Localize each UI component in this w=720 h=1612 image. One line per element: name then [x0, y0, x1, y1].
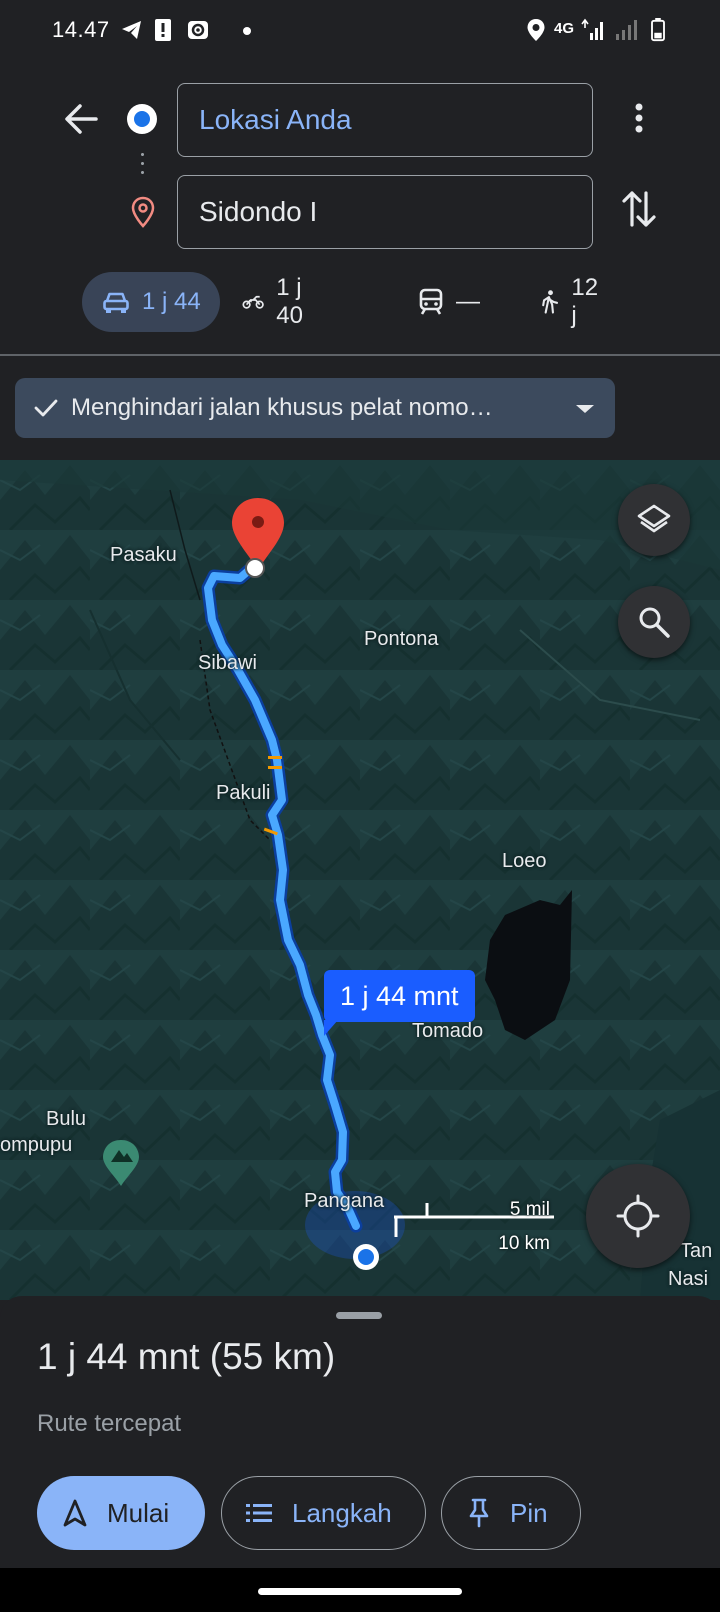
start-button-label: Mulai — [107, 1497, 170, 1528]
place-label: Pakuli — [216, 782, 271, 804]
origin-field[interactable]: Lokasi Anda — [177, 83, 593, 157]
scale-miles: 5 mil — [509, 1199, 550, 1220]
network-type: 4G — [554, 20, 575, 37]
place-label: Pontona — [364, 628, 439, 650]
route-options-row: Menghindari jalan khusus pelat nomo… — [0, 356, 720, 460]
steps-button-label: Langkah — [292, 1497, 392, 1528]
map-scale: 5 mil 10 km — [394, 1199, 554, 1254]
list-icon — [246, 1504, 272, 1522]
origin-dot-icon — [127, 104, 157, 134]
tab-motorcycle[interactable]: 1 j 40 — [242, 272, 315, 332]
navigation-arrow-icon — [63, 1499, 87, 1527]
place-label: Nasi — [668, 1268, 709, 1290]
cast-icon — [188, 21, 208, 39]
swap-icon[interactable] — [620, 187, 658, 231]
place-label: Sibawi — [198, 652, 257, 674]
steps-button[interactable]: Langkah — [221, 1476, 426, 1550]
tab-transit-label: — — [456, 288, 480, 315]
tab-drive[interactable]: 1 j 44 — [82, 272, 220, 332]
route-summary-sheet: 1 j 44 mnt (55 km) Rute tercepat Mulai L… — [0, 1296, 720, 1568]
scale-km: 10 km — [498, 1233, 550, 1254]
route-summary: 1 j 44 mnt (55 km) — [37, 1336, 336, 1377]
transit-icon — [419, 288, 443, 315]
system-nav-bar — [0, 1568, 720, 1612]
layers-button[interactable] — [618, 484, 690, 556]
place-label: Bulu — [46, 1108, 87, 1130]
status-bar: 14.47 4G — [0, 0, 720, 62]
pin-button-label: Pin — [510, 1497, 548, 1528]
my-location-button[interactable] — [586, 1164, 690, 1268]
more-options-icon[interactable] — [624, 98, 654, 138]
place-label: ompupu — [0, 1134, 73, 1156]
tab-drive-label: 1 j 44 — [142, 288, 201, 315]
location-icon — [527, 19, 545, 41]
place-label: Loeo — [502, 850, 547, 872]
search-along-route-button[interactable] — [618, 586, 690, 658]
tab-motorcycle-label: 1 j 40 — [276, 274, 303, 329]
tab-transit[interactable]: — — [418, 272, 480, 332]
telegram-icon — [122, 21, 141, 39]
tab-walk[interactable]: 12 j — [540, 272, 603, 332]
home-gesture-handle[interactable] — [258, 1588, 462, 1595]
route-subtitle: Rute tercepat — [37, 1410, 182, 1437]
destination-field[interactable]: Sidondo I — [177, 175, 593, 249]
notification-dot — [243, 27, 251, 35]
map-view[interactable]: Pasaku Pontona Sibawi Pakuli Loeo Tomado… — [0, 460, 720, 1300]
walk-icon — [542, 290, 559, 314]
place-label: Tan — [680, 1240, 713, 1262]
directions-header: Lokasi Anda Sidondo I 1 j 44 1 j 40 — 12… — [0, 62, 720, 354]
avoid-roads-chip[interactable]: Menghindari jalan khusus pelat nomo… — [15, 378, 615, 438]
pin-button[interactable]: Pin — [441, 1476, 581, 1550]
pin-icon — [469, 1498, 489, 1528]
signal-2-icon — [616, 20, 637, 40]
search-icon — [639, 607, 670, 638]
start-button[interactable]: Mulai — [37, 1476, 205, 1550]
back-arrow-icon[interactable] — [60, 98, 102, 140]
signal-icon — [581, 18, 603, 40]
layers-icon — [637, 504, 671, 533]
crosshair-icon — [616, 1194, 660, 1238]
place-label: Tomado — [412, 1020, 484, 1042]
place-label: Pangana — [304, 1190, 385, 1212]
destination-pin-icon — [131, 196, 155, 228]
place-label: Pasaku — [110, 544, 177, 566]
alert-icon — [155, 19, 171, 41]
status-time: 14.47 — [52, 17, 110, 42]
battery-icon — [651, 18, 665, 42]
route-dots-divider — [141, 150, 144, 180]
car-icon — [103, 292, 129, 313]
chevron-down-icon — [576, 405, 594, 413]
check-icon — [34, 399, 58, 417]
sheet-drag-handle[interactable] — [336, 1312, 382, 1319]
route-duration-label[interactable]: 1 j 44 mnt — [324, 970, 475, 1036]
avoid-roads-chip-label: Menghindari jalan khusus pelat nomo… — [71, 394, 493, 421]
motorcycle-icon — [242, 295, 264, 309]
tab-walk-label: 12 j — [571, 274, 599, 329]
